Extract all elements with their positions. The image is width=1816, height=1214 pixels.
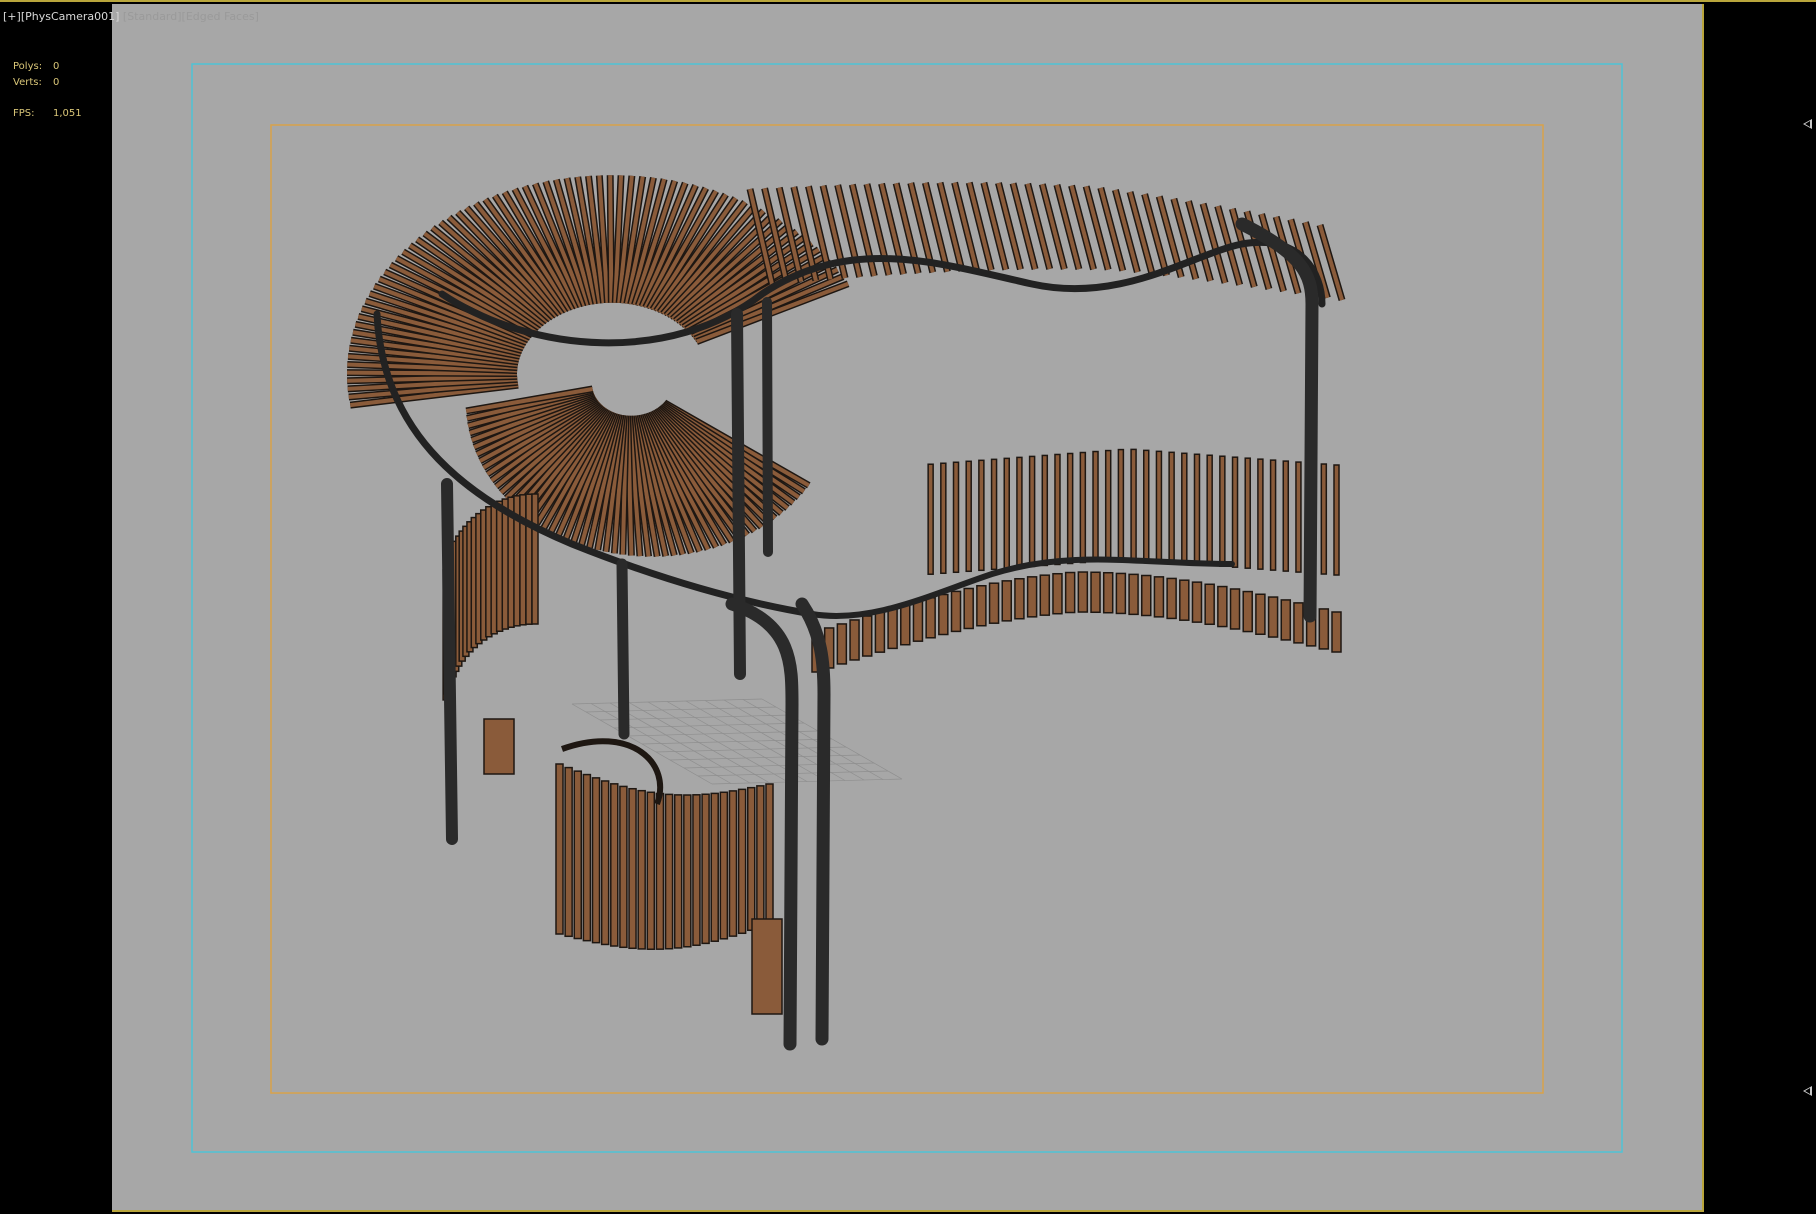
post-center-back-2 xyxy=(762,297,773,557)
polys-value: 0 xyxy=(53,61,60,72)
stat-verts: Verts: 0 xyxy=(13,75,103,91)
viewport-label-menu: [+][PhysCamera001] [Standard][Edged Face… xyxy=(3,10,259,23)
verts-value: 0 xyxy=(53,77,60,88)
post-mid-left xyxy=(616,558,630,740)
verts-label: Verts: xyxy=(13,77,42,88)
timeline-marker-top-icon[interactable] xyxy=(1803,119,1812,129)
fps-value: 1,051 xyxy=(53,108,82,119)
fps-label: FPS: xyxy=(13,108,35,119)
polys-label: Polys: xyxy=(13,61,43,72)
scene-canvas[interactable] xyxy=(112,4,1704,1212)
roof-slat-face xyxy=(608,175,614,303)
shading-mode-menu[interactable]: [Standard] xyxy=(123,10,182,23)
camera-viewport[interactable]: [+][PhysCamera001] [Standard][Edged Face… xyxy=(0,0,1816,1214)
display-mode-menu[interactable]: [Edged Faces] xyxy=(182,10,259,23)
viewport-plus-menu[interactable]: [+] xyxy=(3,10,21,23)
bench-left xyxy=(442,493,539,775)
stat-polys: Polys: 0 xyxy=(13,59,103,75)
viewport-render-area[interactable] xyxy=(112,4,1704,1212)
stat-fps: FPS: 1,051 xyxy=(13,106,103,122)
viewport-statistics: Polys: 0 Verts: 0 FPS: 1,051 xyxy=(13,59,103,122)
pergola-roof-slats xyxy=(346,175,1346,558)
camera-label-menu[interactable]: [PhysCamera001] xyxy=(21,10,120,23)
post-left xyxy=(441,478,458,845)
post-center-back xyxy=(731,308,746,680)
timeline-marker-bottom-icon[interactable] xyxy=(1803,1086,1812,1096)
